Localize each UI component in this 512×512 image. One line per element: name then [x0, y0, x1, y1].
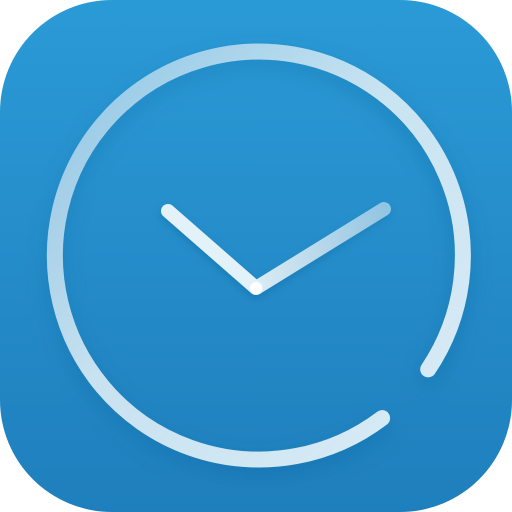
clock-center [250, 282, 262, 294]
app-icon-stage [0, 0, 512, 512]
clock-app-icon [0, 0, 512, 512]
icon-tile [0, 0, 512, 512]
